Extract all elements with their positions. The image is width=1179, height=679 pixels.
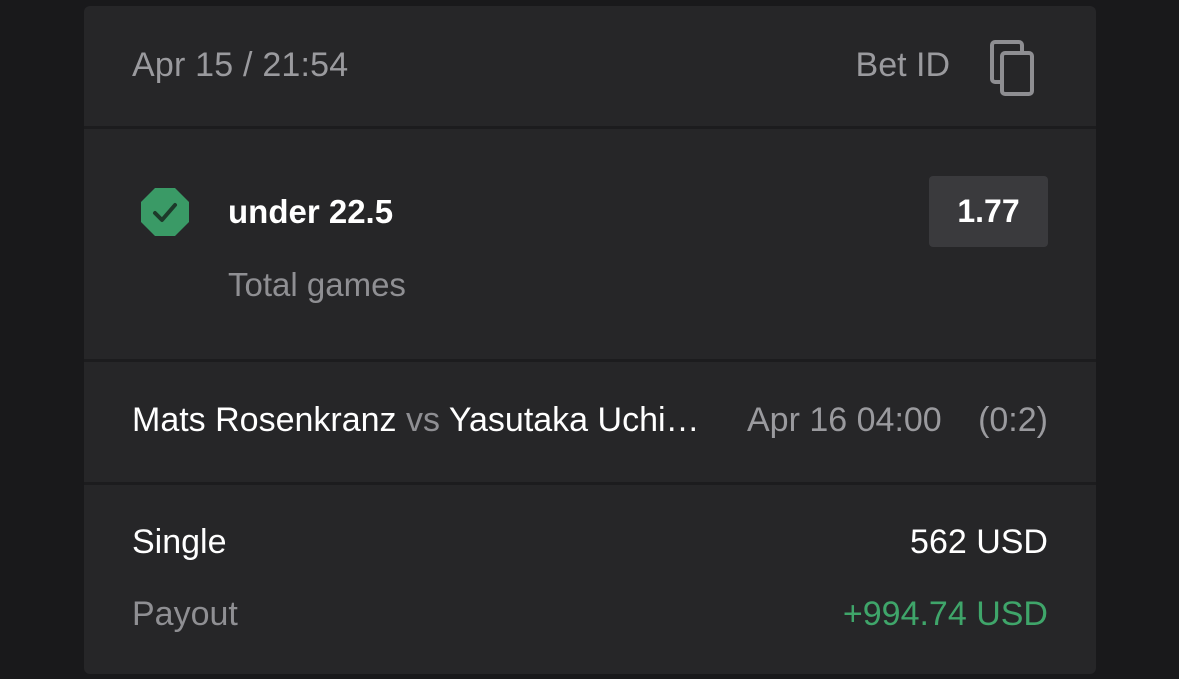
check-octagon-icon	[140, 187, 190, 237]
bet-type: Single	[132, 523, 227, 561]
selection-name: under 22.5	[228, 193, 394, 230]
payout-amount: +994.74 USD	[842, 595, 1048, 633]
bet-id-label: Bet ID	[855, 46, 950, 84]
event-participants: Mats Rosenkranz vs Yasutaka Uchi…	[132, 401, 700, 440]
bet-card: Apr 15 / 21:54 Bet ID under 22.5 Total g…	[84, 6, 1096, 674]
player-1: Mats Rosenkranz	[132, 401, 397, 439]
bet-header: Apr 15 / 21:54 Bet ID	[84, 6, 1096, 126]
bet-summary: Single 562 USD Payout +994.74 USD	[84, 485, 1096, 674]
bet-placed-datetime: Apr 15 / 21:54	[132, 46, 349, 84]
market-name: Total games	[228, 266, 406, 303]
stake-amount: 562 USD	[910, 523, 1048, 561]
odds-badge: 1.77	[929, 176, 1048, 247]
event-row[interactable]: Mats Rosenkranz vs Yasutaka Uchi… Apr 16…	[84, 362, 1096, 482]
bet-selection: under 22.5 Total games 1.77	[84, 129, 1096, 359]
player-2: Yasutaka Uchi…	[448, 401, 700, 439]
copy-icon[interactable]	[990, 40, 1036, 98]
event-score: (0:2)	[978, 401, 1048, 439]
payout-label: Payout	[132, 595, 238, 633]
vs-label: vs	[406, 401, 440, 439]
event-datetime: Apr 16 04:00	[747, 401, 942, 439]
